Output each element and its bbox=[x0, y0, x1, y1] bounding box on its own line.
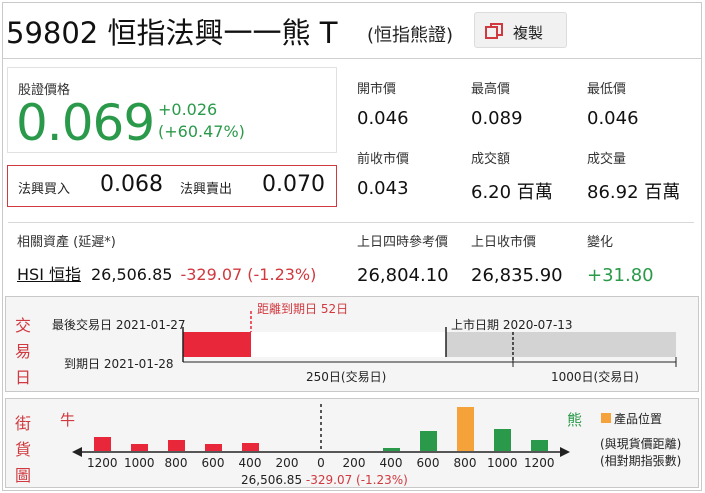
street-bar bbox=[494, 429, 511, 451]
street-bar bbox=[205, 444, 222, 451]
street-chart bbox=[72, 404, 570, 457]
street-bar bbox=[94, 437, 111, 451]
street-tick-label: 200 bbox=[342, 456, 366, 470]
street-bar bbox=[531, 440, 548, 451]
street-tick-label: 200 bbox=[275, 456, 299, 470]
street-bar bbox=[168, 440, 185, 451]
axis-right-arrow bbox=[560, 447, 570, 457]
street-bar bbox=[131, 444, 148, 451]
street-tick-label: 600 bbox=[201, 456, 225, 470]
street-tick-label: 1200 bbox=[524, 456, 555, 470]
street-bar bbox=[383, 448, 400, 451]
street-tick-label: 400 bbox=[379, 456, 403, 470]
street-tick-label: 400 bbox=[238, 456, 262, 470]
axis-left-arrow bbox=[72, 447, 82, 457]
street-tick-label: 1000 bbox=[487, 456, 518, 470]
spot-value: 26,506.85 -329.07 (-1.23%) bbox=[241, 473, 408, 487]
street-bar bbox=[242, 443, 259, 451]
street-tick-label: 1000 bbox=[124, 456, 155, 470]
street-bar bbox=[420, 431, 437, 451]
street-tick-label: 800 bbox=[453, 456, 477, 470]
street-tick-label: 600 bbox=[416, 456, 440, 470]
street-tick-label: 800 bbox=[164, 456, 188, 470]
street-tick-label: 1200 bbox=[87, 456, 118, 470]
street-bar bbox=[457, 407, 474, 451]
street-tick-label: 0 bbox=[317, 456, 325, 470]
